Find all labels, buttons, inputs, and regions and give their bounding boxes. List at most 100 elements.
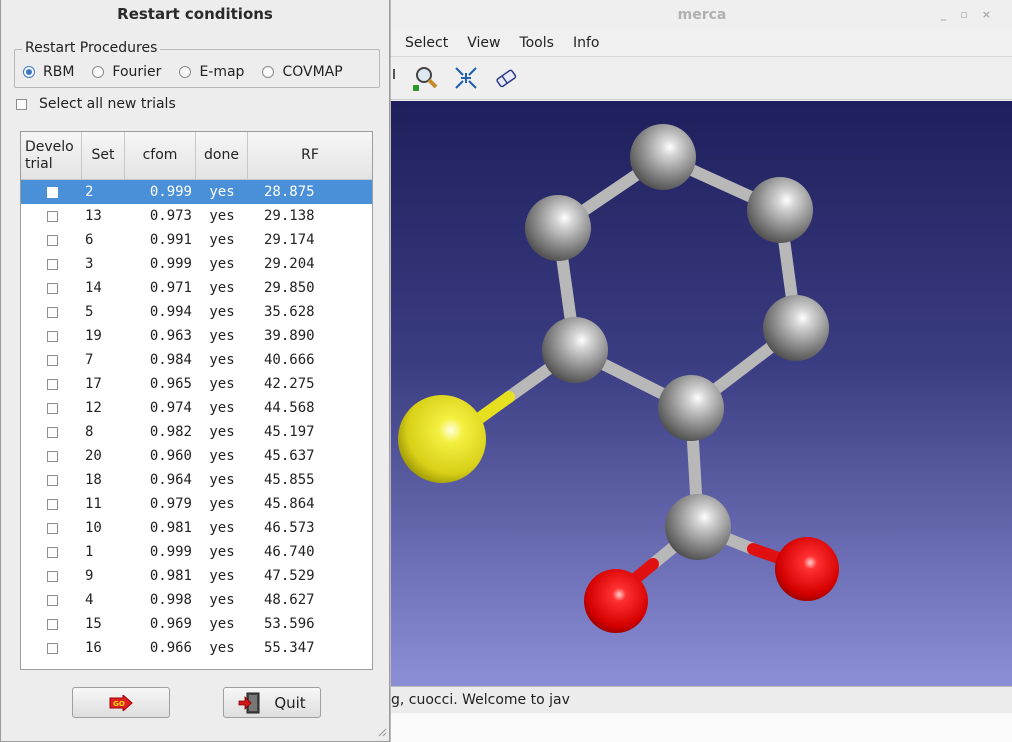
column-header-done[interactable]: done <box>196 132 248 179</box>
develop-trial-checkbox[interactable] <box>47 522 58 534</box>
cfom-cell: 0.971 <box>149 280 192 296</box>
zoom-icon[interactable] <box>413 65 439 91</box>
develop-trial-checkbox[interactable] <box>47 306 58 318</box>
radio-indicator[interactable] <box>179 66 192 78</box>
table-row[interactable]: 3 0.999 yes 29.204 <box>21 252 372 276</box>
table-row[interactable]: 11 0.979 yes 45.864 <box>21 492 372 516</box>
table-row[interactable]: 9 0.981 yes 47.529 <box>21 564 372 588</box>
develop-trial-checkbox[interactable] <box>47 210 58 222</box>
develop-trial-checkbox[interactable] <box>47 594 58 606</box>
rf-cell: 29.850 <box>264 280 315 296</box>
radio-covmap[interactable]: COVMAP <box>262 64 343 80</box>
develop-trial-checkbox[interactable] <box>47 498 58 510</box>
rf-cell: 44.568 <box>264 400 315 416</box>
table-row[interactable]: 16 0.966 yes 55.347 <box>21 636 372 660</box>
go-button[interactable]: GO <box>72 687 170 718</box>
window-controls[interactable]: _▫× <box>941 0 1005 30</box>
develop-trial-checkbox[interactable] <box>47 234 58 246</box>
table-row[interactable]: 5 0.994 yes 35.628 <box>21 300 372 324</box>
table-row[interactable]: 4 0.998 yes 48.627 <box>21 588 372 612</box>
table-row[interactable]: 10 0.981 yes 46.573 <box>21 516 372 540</box>
develop-trial-checkbox[interactable] <box>47 354 58 366</box>
eraser-icon[interactable] <box>493 65 519 91</box>
develop-trial-cell <box>21 258 82 270</box>
develop-trial-checkbox[interactable] <box>47 186 58 198</box>
develop-trial-checkbox[interactable] <box>47 570 58 582</box>
develop-trial-cell <box>21 402 82 414</box>
column-label: done <box>204 147 239 163</box>
radio-emap[interactable]: E-map <box>179 64 244 80</box>
column-header-rf[interactable]: RF <box>248 132 372 179</box>
set-cell: 14 <box>85 280 102 296</box>
partial-icon[interactable] <box>393 65 399 91</box>
radio-indicator[interactable] <box>92 66 105 78</box>
window-titlebar: merca _▫× <box>391 0 1012 30</box>
table-row[interactable]: 12 0.974 yes 44.568 <box>21 396 372 420</box>
column-header-develop-trial[interactable]: Develo trial <box>21 132 82 179</box>
table-row[interactable]: 14 0.971 yes 29.850 <box>21 276 372 300</box>
rf-cell: 47.529 <box>264 568 315 584</box>
trials-table: Develo trial Set cfom done RF 2 0.999 yes 2… <box>20 131 373 670</box>
develop-trial-checkbox[interactable] <box>47 546 58 558</box>
select-all-checkbox[interactable]: Select all new trials <box>16 96 176 112</box>
table-row[interactable]: 20 0.960 yes 45.637 <box>21 444 372 468</box>
set-cell: 19 <box>85 328 102 344</box>
develop-trial-checkbox[interactable] <box>47 378 58 390</box>
carbon-atom <box>658 375 724 441</box>
column-header-set[interactable]: Set <box>82 132 125 179</box>
cfom-cell: 0.981 <box>149 520 192 536</box>
set-cell: 1 <box>85 544 94 560</box>
table-row[interactable]: 13 0.973 yes 29.138 <box>21 204 372 228</box>
oxygen-atom <box>584 569 648 633</box>
table-row[interactable]: 1 0.999 yes 46.740 <box>21 540 372 564</box>
develop-trial-checkbox[interactable] <box>47 330 58 342</box>
develop-trial-checkbox[interactable] <box>47 474 58 486</box>
done-cell: yes <box>209 232 235 248</box>
done-cell: yes <box>209 304 235 320</box>
table-row[interactable]: 2 0.999 yes 28.875 <box>21 180 372 204</box>
column-header-cfom[interactable]: cfom <box>125 132 196 179</box>
table-row[interactable]: 18 0.964 yes 45.855 <box>21 468 372 492</box>
quit-button[interactable]: Quit <box>223 687 321 718</box>
rf-cell: 29.138 <box>264 208 315 224</box>
resize-grip-icon[interactable] <box>377 727 387 737</box>
table-row[interactable]: 19 0.963 yes 39.890 <box>21 324 372 348</box>
done-cell: yes <box>209 544 235 560</box>
menu-info[interactable]: Info <box>573 35 600 51</box>
develop-trial-cell <box>21 618 82 630</box>
radio-fourier[interactable]: Fourier <box>92 64 161 80</box>
radio-indicator[interactable] <box>23 66 35 78</box>
table-row[interactable]: 6 0.991 yes 29.174 <box>21 228 372 252</box>
set-cell: 9 <box>85 568 94 584</box>
develop-trial-checkbox[interactable] <box>47 426 58 438</box>
develop-trial-checkbox[interactable] <box>47 258 58 270</box>
done-cell: yes <box>209 280 235 296</box>
develop-trial-checkbox[interactable] <box>47 282 58 294</box>
done-cell: yes <box>209 184 235 200</box>
table-row[interactable]: 15 0.969 yes 53.596 <box>21 612 372 636</box>
table-row[interactable]: 17 0.965 yes 42.275 <box>21 372 372 396</box>
develop-trial-cell <box>21 282 82 294</box>
table-header: Develo trial Set cfom done RF <box>21 132 372 180</box>
develop-trial-checkbox[interactable] <box>47 450 58 462</box>
checkbox-box[interactable] <box>16 98 27 110</box>
menu-view[interactable]: View <box>467 35 500 51</box>
done-cell: yes <box>209 448 235 464</box>
develop-trial-checkbox[interactable] <box>47 618 58 630</box>
set-cell: 17 <box>85 376 102 392</box>
menu-tools[interactable]: Tools <box>519 35 554 51</box>
molecule-viewer[interactable] <box>391 101 1012 686</box>
fit-icon[interactable] <box>453 65 479 91</box>
radio-rbm[interactable]: RBM <box>23 64 74 80</box>
done-cell: yes <box>209 472 235 488</box>
develop-trial-checkbox[interactable] <box>47 642 58 654</box>
rf-cell: 29.204 <box>264 256 315 272</box>
done-cell: yes <box>209 328 235 344</box>
radio-indicator[interactable] <box>262 66 275 78</box>
cfom-cell: 0.998 <box>149 592 192 608</box>
table-row[interactable]: 7 0.984 yes 40.666 <box>21 348 372 372</box>
table-row[interactable]: 8 0.982 yes 45.197 <box>21 420 372 444</box>
develop-trial-checkbox[interactable] <box>47 402 58 414</box>
develop-trial-cell <box>21 474 82 486</box>
menu-select[interactable]: Select <box>405 35 448 51</box>
